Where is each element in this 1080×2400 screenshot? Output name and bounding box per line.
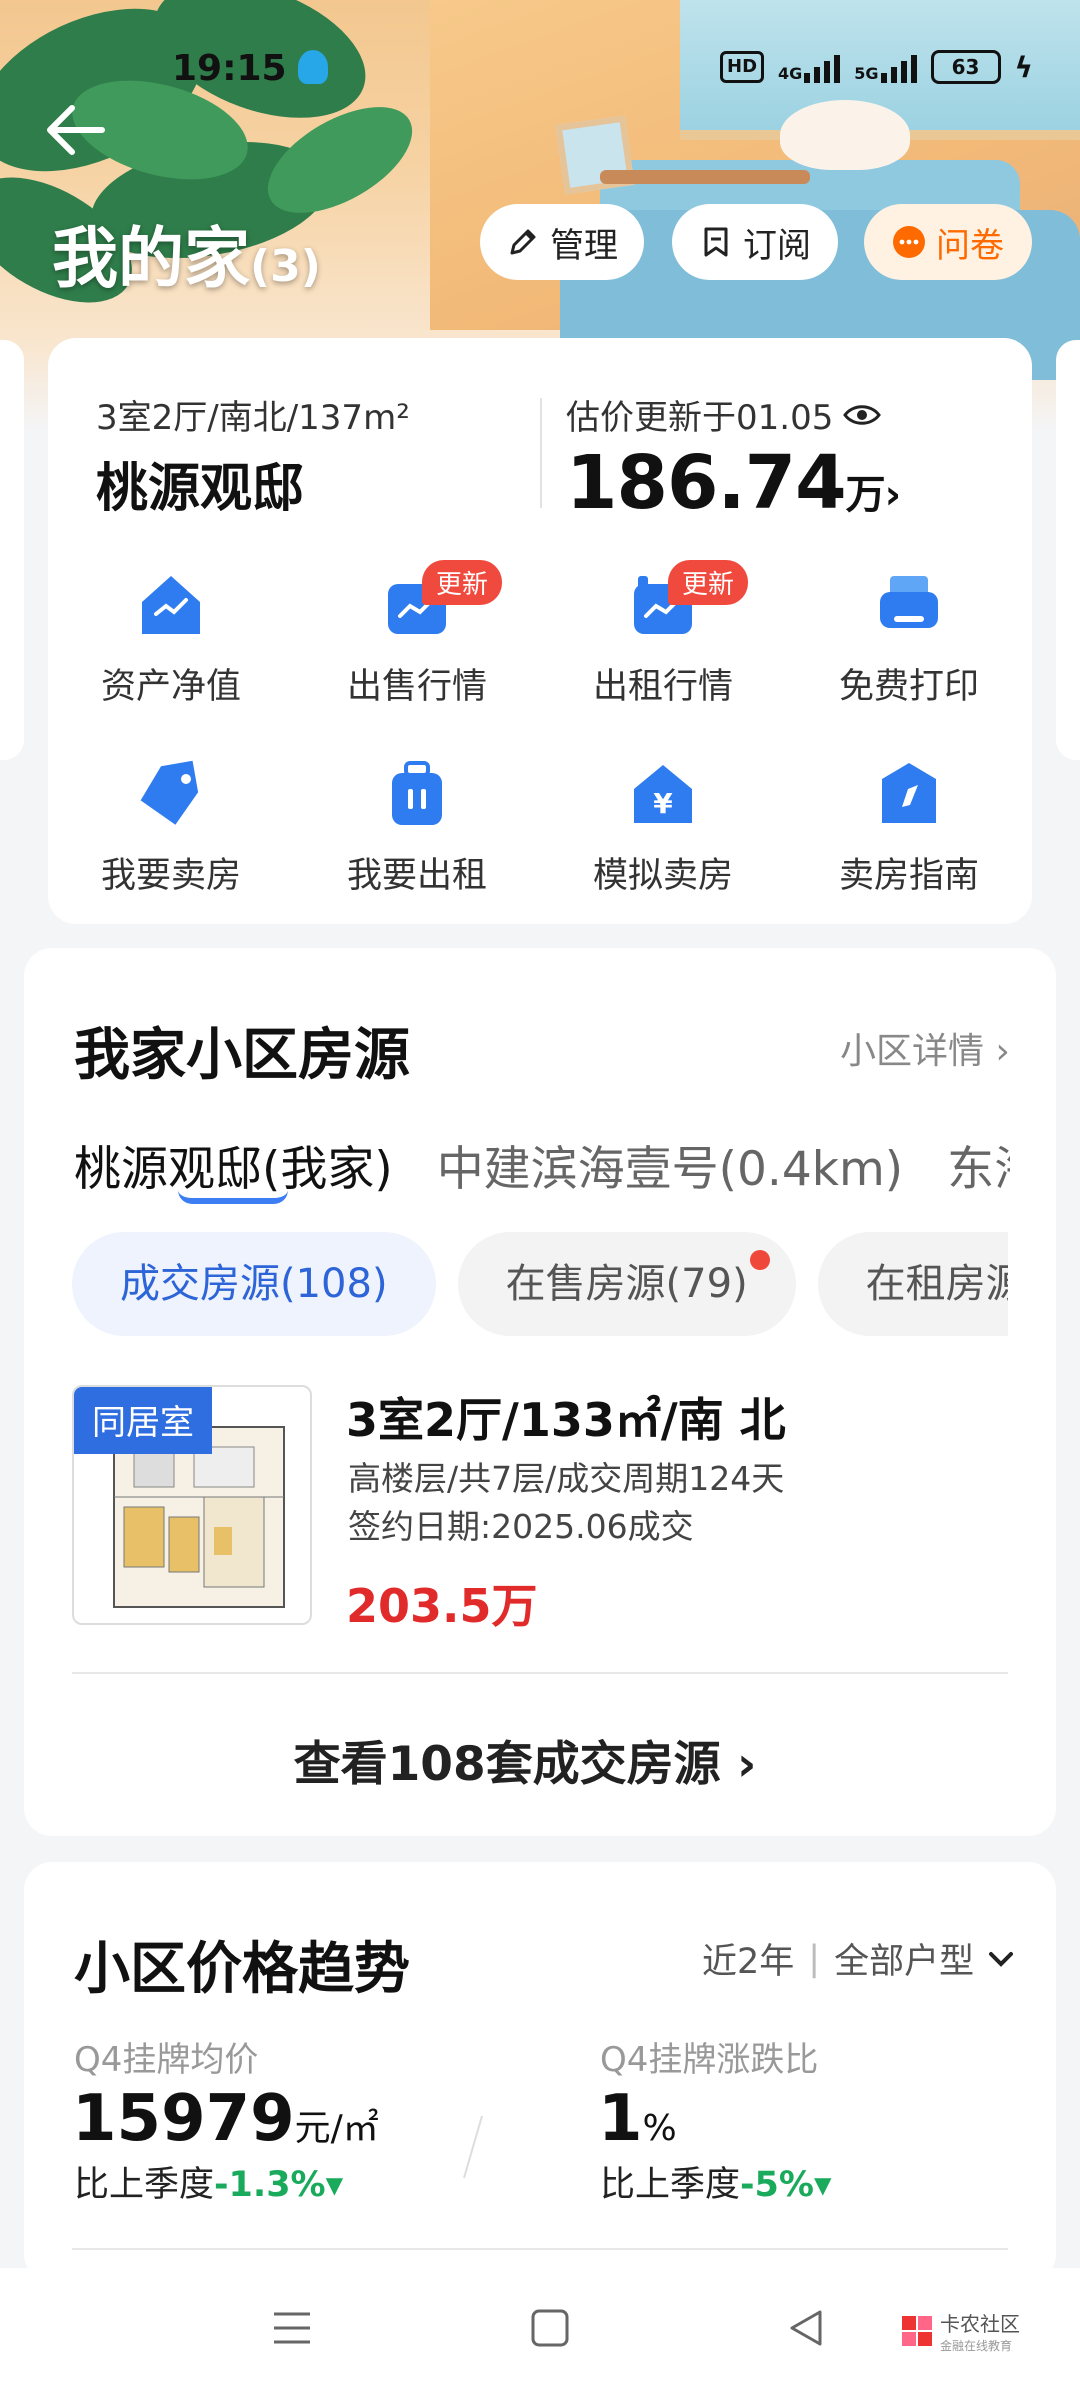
signal-5g-icon: 5G (854, 51, 917, 83)
tab-nearby-1[interactable]: 中建滨海壹号(0.4km) (437, 1130, 903, 1199)
clock: 19:15 (172, 48, 287, 89)
chip-for-rent[interactable]: 在租房源 (817, 1232, 1008, 1336)
avg-price-label: Q4挂牌均价 (74, 2040, 259, 2080)
bookmark-icon (704, 227, 728, 257)
new-dot (749, 1250, 770, 1270)
tool-sale-market[interactable]: 出售行情 更新 (294, 560, 540, 709)
divider (72, 2248, 1008, 2250)
divider (540, 398, 542, 508)
tool-free-print[interactable]: 免费打印 (786, 570, 1032, 709)
tools-grid: 资产净值 出售行情 更新 出租行情 更新 免费打印 我要卖房 我要出租 ¥ 模拟… (48, 560, 1032, 898)
home-count: (3) (250, 241, 321, 292)
yuan-house-icon: ¥ (634, 765, 692, 823)
divider (72, 1672, 1008, 1674)
section-title: 我家小区房源 (74, 1023, 410, 1088)
floorplan-image[interactable]: 同居室 (72, 1385, 312, 1625)
view-all-sold-button[interactable]: 查看108套成交房源 › (0, 1725, 1050, 1794)
ratio-value: 1% (598, 2082, 677, 2156)
listing-title[interactable]: 3室2厅/133㎡/南 北 (346, 1384, 786, 1450)
hd-icon: HD (720, 51, 765, 83)
tool-sell-home[interactable]: 我要卖房 (48, 759, 294, 898)
community-detail-link[interactable]: 小区详情 › (840, 1022, 1010, 1074)
status-bar: 19:15 HD 4G 5G 63 ϟ (0, 40, 1080, 100)
page-title: 我的家(3) (52, 220, 321, 297)
chip-sold[interactable]: 成交房源(108) (72, 1232, 436, 1336)
notification-icon (298, 50, 328, 84)
eye-icon[interactable] (843, 402, 882, 428)
avg-price-value: 15979元/㎡ (72, 2082, 379, 2156)
home-specs: 3室2厅/南北/137m² (96, 398, 410, 438)
manage-button[interactable]: 管理 (480, 204, 644, 280)
tab-my-community[interactable]: 桃源观邸(我家) (74, 1130, 393, 1199)
chat-bubble-icon (893, 226, 925, 258)
ratio-change: 比上季度-5%▾ (600, 2165, 832, 2205)
home-name: 桃源观邸 (96, 459, 305, 519)
estimated-price[interactable]: 186.74万› (566, 440, 902, 526)
watermark: 卡农社区 金融在线教育 (900, 2308, 1020, 2354)
ratio-label: Q4挂牌涨跌比 (600, 2040, 819, 2080)
section-title: 小区价格趋势 (74, 1937, 410, 2002)
tab-nearby-2[interactable]: 东海 (947, 1130, 1010, 1199)
tool-simulate-sale[interactable]: ¥ 模拟卖房 (540, 759, 786, 898)
trend-filter[interactable]: 近2年 | 全部户型 (702, 1933, 1014, 1984)
house-chart-icon (142, 576, 200, 634)
subscribe-button[interactable]: 订阅 (672, 204, 838, 280)
chip-on-sale[interactable]: 在售房源(79) (457, 1232, 796, 1336)
suitcase-icon (392, 761, 442, 825)
update-badge: 更新 (422, 560, 503, 605)
same-layout-tag: 同居室 (74, 1387, 212, 1454)
listing-price: 203.5万 (346, 1579, 538, 1633)
active-tab-indicator (178, 1190, 288, 1204)
compass-icon (882, 763, 936, 823)
previous-home-card[interactable] (0, 340, 24, 760)
edit-icon (510, 229, 536, 255)
back-arrow-icon[interactable] (42, 100, 112, 160)
charging-icon: ϟ (1014, 50, 1034, 84)
layout-filter[interactable]: 全部户型 (834, 1933, 974, 1984)
avg-price-change: 比上季度-1.3%▾ (74, 2165, 344, 2205)
update-badge: 更新 (668, 560, 749, 605)
signal-4g-icon: 4G (778, 51, 841, 83)
printer-icon (880, 576, 938, 628)
listing-floor-info: 高楼层/共7层/成交周期124天 (348, 1459, 785, 1498)
price-tag-icon (140, 760, 199, 825)
tool-rent-out[interactable]: 我要出租 (294, 759, 540, 898)
tool-sale-guide[interactable]: 卖房指南 (786, 759, 1032, 898)
back-triangle-icon[interactable] (786, 2308, 826, 2348)
battery-icon: 63 (930, 50, 1001, 84)
svg-text:¥: ¥ (653, 787, 673, 820)
listing-sign-date: 签约日期:2025.06成交 (348, 1507, 694, 1546)
survey-button[interactable]: 问卷 (864, 204, 1032, 280)
menu-icon[interactable] (272, 2308, 312, 2348)
cat-illustration (780, 100, 910, 170)
home-square-icon[interactable] (530, 2308, 570, 2348)
chevron-right-icon: › (884, 472, 902, 518)
chevron-down-icon (989, 1951, 1014, 1967)
watermark-logo-icon (902, 2316, 932, 2346)
listing-type-chips: 成交房源(108) 在售房源(79) 在租房源 (72, 1232, 1008, 1336)
divider (463, 2115, 483, 2179)
estimate-label: 估价更新于01.05 (566, 390, 882, 439)
next-home-card[interactable] (1056, 340, 1080, 760)
period-filter[interactable]: 近2年 (702, 1933, 794, 1984)
tool-rent-market[interactable]: 出租行情 更新 (540, 560, 786, 709)
tool-net-asset[interactable]: 资产净值 (48, 570, 294, 709)
